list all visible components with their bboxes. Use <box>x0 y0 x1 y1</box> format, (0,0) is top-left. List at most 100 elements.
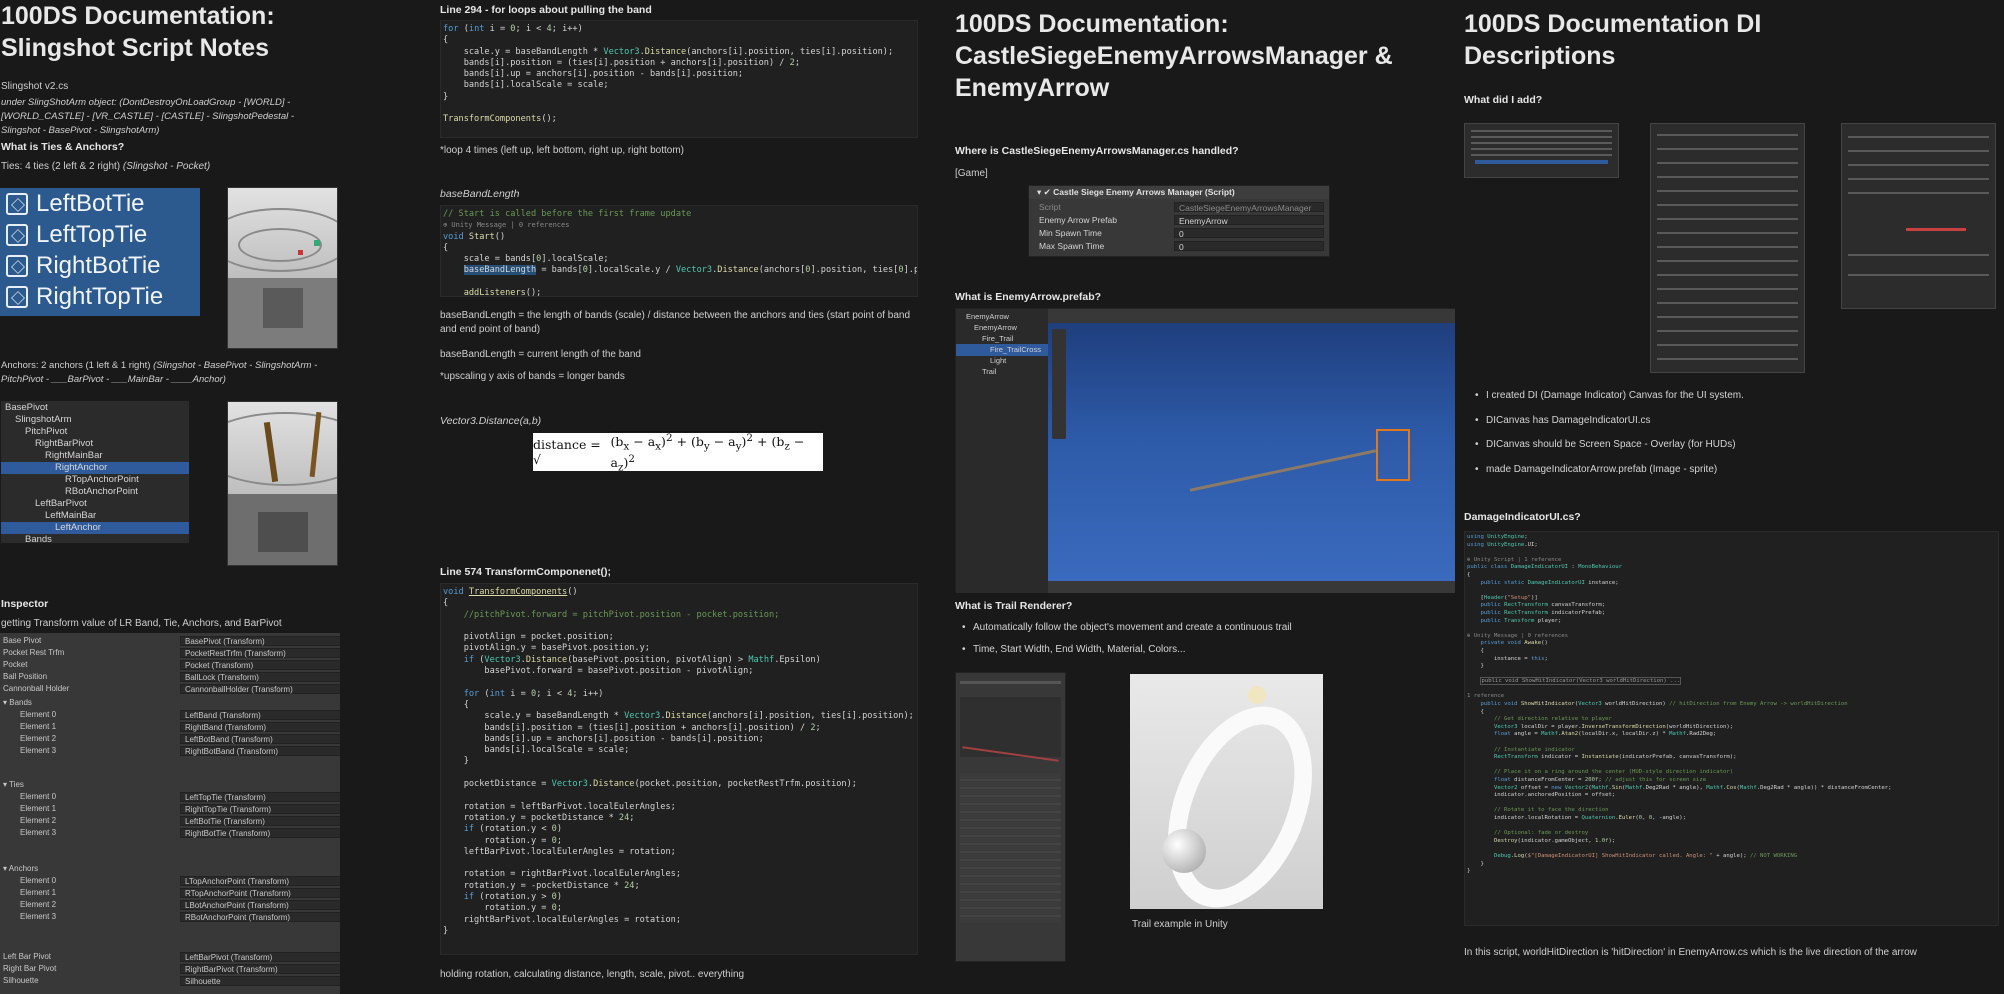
ties-element: Element 3 RightBotTie (Transform) <box>0 827 340 839</box>
scene-view[interactable] <box>1048 309 1455 593</box>
added-heading: What did I add? <box>1464 94 1543 106</box>
basebandlength-heading: baseBandLength <box>440 188 520 200</box>
bands-element: Element 2 LeftBotBand (Transform) <box>0 733 340 745</box>
trail-bullet: Automatically follow the object's moveme… <box>962 622 1292 633</box>
trail-caption: Trail example in Unity <box>1132 919 1228 930</box>
cube-icon <box>6 285 28 308</box>
inspector-row: Ball Position BallLock (Transform) <box>0 671 340 683</box>
scene-bottom-bar <box>1048 581 1455 593</box>
footer-text: In this script, worldHitDirection is 'hi… <box>1464 947 1917 958</box>
inspector-panel: Base Pivot BasePivot (Transform) Pocket R… <box>0 633 340 994</box>
di-bullet: DICanvas should be Screen Space - Overla… <box>1475 439 1736 450</box>
basebandlength-current: baseBandLength = current length of the b… <box>440 349 641 360</box>
where-heading: Where is CastleSiegeEnemyArrowsManager.c… <box>955 145 1239 157</box>
ties-element: Element 0 LeftTopTie (Transform) <box>0 791 340 803</box>
prefab-hierarchy: EnemyArrow EnemyArrow Fire_Trail Fire_Tr… <box>956 309 1048 593</box>
anchors-foldout[interactable]: ▾ Anchors4 <box>0 863 340 875</box>
bands-element: Element 3 RightBotBand (Transform) <box>0 745 340 757</box>
component-panel: ▾ ✔ Castle Siege Enemy Arrows Manager (S… <box>1028 185 1330 257</box>
cube-icon <box>6 192 28 215</box>
trail-inspector-thumbnail <box>955 672 1066 962</box>
slingshot-scene-2 <box>227 401 338 566</box>
hierarchy-item[interactable]: PitchPivot <box>1 426 189 438</box>
vector3-heading: Vector3.Distance(a,b) <box>440 415 542 427</box>
anchors-text: Anchors: 2 anchors (1 left & 1 right) (S… <box>1 360 318 385</box>
page-title: 100DS Documentation: Slingshot Script No… <box>1 2 275 62</box>
basebandlength-desc: baseBandLength = the length of bands (sc… <box>440 310 911 335</box>
inspector-row: Pocket Rest Trfm PocketRestTrfm (Transfor… <box>0 647 340 659</box>
distance-formula: distance = √ (bx − ax)2 + (by − ay)2 + (b… <box>533 430 823 473</box>
column-enemy-arrows: 100DS Documentation: CastleSiegeEnemyArr… <box>955 0 1455 994</box>
file-name: Slingshot v2.cs <box>1 81 69 92</box>
summary-text: holding rotation, calculating distance, … <box>440 969 745 980</box>
hierarchy-item[interactable]: LeftMainBar <box>1 510 189 522</box>
arrow-model <box>1189 449 1377 492</box>
tool-palette[interactable] <box>1052 329 1066 439</box>
prefab-editor: EnemyArrow EnemyArrow Fire_Trail Fire_Tr… <box>955 308 1455 593</box>
column-di: 100DS Documentation DI Descriptions What… <box>1464 0 2004 994</box>
ties-heading: What is Ties & Anchors? <box>1 141 125 153</box>
bands-foldout[interactable]: ▾ Bands4 <box>0 697 340 709</box>
anchors-element: Element 1 RTopAnchorPoint (Transform) <box>0 887 340 899</box>
code-block-loop: for (int i = 0; i < 4; i++){ scale.y = b… <box>440 20 918 138</box>
object-path: under SlingShotArm object: (DontDestroyO… <box>1 97 295 136</box>
inspector-row: Base Pivot BasePivot (Transform) <box>0 635 340 647</box>
prefab-thumbnail <box>1841 123 1996 309</box>
trail-example-image <box>1130 674 1323 909</box>
tie-item: RightBotTie <box>6 250 161 281</box>
code-block-start: // Start is called before the first fram… <box>440 205 918 297</box>
hierarchy-item-selected[interactable]: LeftAnchor <box>1 522 189 534</box>
hierarchy-thumbnail <box>1464 123 1619 178</box>
sun-icon <box>1248 686 1266 704</box>
hierarchy-item[interactable]: Bands <box>1 534 189 546</box>
hierarchy-item[interactable]: LeftBarPivot <box>1 498 189 510</box>
trail-bullet: Time, Start Width, End Width, Material, … <box>962 644 1185 655</box>
ties-element: Element 1 RightTopTie (Transform) <box>0 803 340 815</box>
prefab-heading: What is EnemyArrow.prefab? <box>955 291 1102 303</box>
hierarchy-item[interactable]: RightBarPivot <box>1 438 189 450</box>
inspector-row: Cannonball Holder CannonballHolder (Trans… <box>0 683 340 695</box>
code-block-di: using UnityEngine; using UnityEngine.UI; … <box>1464 531 1999 926</box>
ties-foldout[interactable]: ▾ Ties4 <box>0 779 340 791</box>
bands-element: Element 0 LeftBand (Transform) <box>0 709 340 721</box>
column-slingshot: 100DS Documentation: Slingshot Script No… <box>0 0 340 994</box>
scene-toolbar <box>1048 309 1455 323</box>
column-code: Line 294 - for loops about pulling the b… <box>440 0 920 994</box>
di-bullet: I created DI (Damage Indicator) Canvas f… <box>1475 390 1744 401</box>
anchors-element: Element 2 LBotAnchorPoint (Transform) <box>0 899 340 911</box>
inspector-row: Pocket Pocket (Transform) <box>0 659 340 671</box>
where-text: [Game] <box>955 168 988 179</box>
selection-box <box>1376 429 1410 481</box>
anchors-element: Element 0 LTopAnchorPoint (Transform) <box>0 875 340 887</box>
tie-item: LeftTopTie <box>6 219 147 250</box>
hierarchy-item[interactable]: RBotAnchorPoint <box>1 486 189 498</box>
inspector-row: Right Bar Pivot RightBarPivot (Transform) <box>0 963 340 975</box>
bands-element: Element 1 RightBand (Transform) <box>0 721 340 733</box>
loop-note: *loop 4 times (left up, left bottom, rig… <box>440 145 685 156</box>
inspector-text: getting Transform value of LR Band, Tie,… <box>1 618 282 629</box>
hierarchy-item[interactable]: BasePivot <box>1 402 189 414</box>
page-title: 100DS Documentation: CastleSiegeEnemyArr… <box>955 10 1393 102</box>
di-bullet: made DamageIndicatorArrow.prefab (Image … <box>1475 464 1717 475</box>
line574-heading: Line 574 TransformComponenet(); <box>440 566 611 578</box>
di-bullet: DICanvas has DamageIndicatorUI.cs <box>1475 415 1651 426</box>
line294-heading: Line 294 - for loops about pulling the b… <box>440 4 652 16</box>
trail-heading: What is Trail Renderer? <box>955 600 1073 612</box>
tie-list-image: LeftBotTie LeftTopTie RightBotTie RightT… <box>0 188 200 316</box>
slingshot-scene-1 <box>227 187 338 349</box>
anchors-element: Element 3 RBotAnchorPoint (Transform) <box>0 911 340 923</box>
upscaling-note: *upscaling y axis of bands = longer band… <box>440 371 625 382</box>
hierarchy-item[interactable]: SlingshotArm <box>1 414 189 426</box>
hierarchy-item[interactable]: RTopAnchorPoint <box>1 474 189 486</box>
inspector-heading: Inspector <box>1 598 49 610</box>
tie-item: LeftBotTie <box>6 188 145 219</box>
inspector-row: Left Bar Pivot LeftBarPivot (Transform) <box>0 951 340 963</box>
hierarchy-panel: BasePivot SlingshotArm PitchPivot RightB… <box>0 400 190 546</box>
hierarchy-item[interactable]: RightMainBar <box>1 450 189 462</box>
ties-text: Ties: 4 ties (2 left & 2 right) (Slingsh… <box>1 161 211 172</box>
inspector-thumbnail <box>1650 123 1805 373</box>
hierarchy-item-selected[interactable]: RightAnchor <box>1 462 189 474</box>
ties-element: Element 2 LeftBotTie (Transform) <box>0 815 340 827</box>
component-header[interactable]: ▾ ✔ Castle Siege Enemy Arrows Manager (S… <box>1029 186 1329 199</box>
page-title: 100DS Documentation DI Descriptions <box>1464 10 1762 70</box>
